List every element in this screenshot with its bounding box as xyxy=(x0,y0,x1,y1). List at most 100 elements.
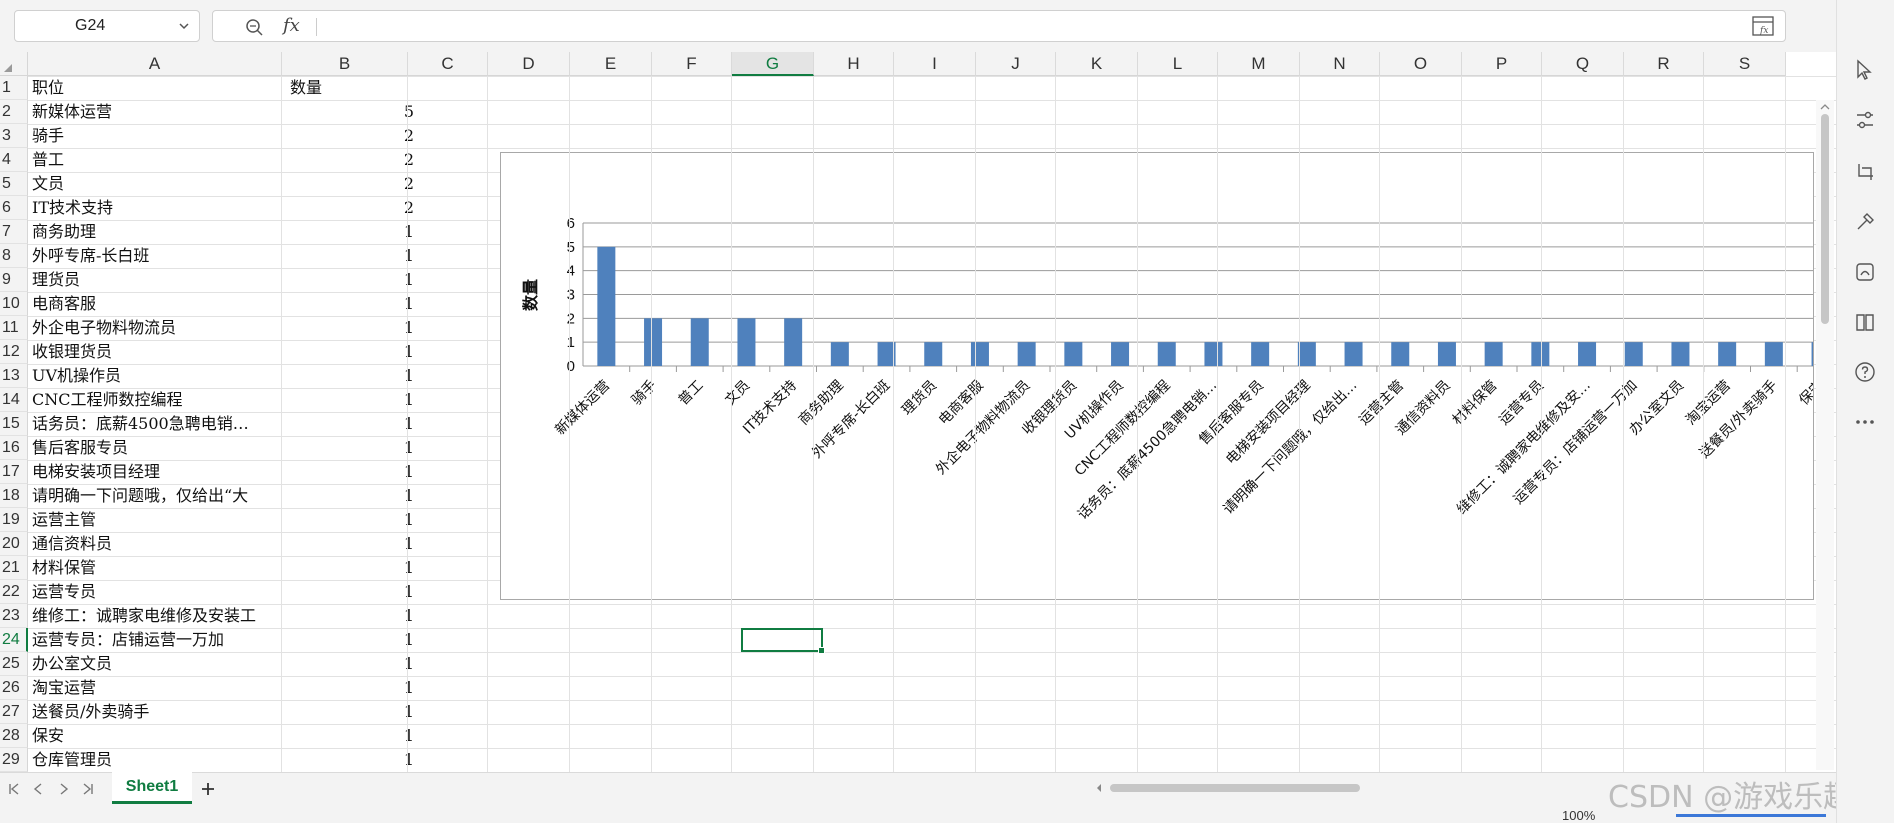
row-header-13[interactable]: 13 xyxy=(0,364,28,388)
column-header-D[interactable]: D xyxy=(488,52,570,76)
cursor-icon[interactable] xyxy=(1853,58,1877,82)
cell-A6[interactable]: IT技术支持 xyxy=(32,196,284,220)
row-header-19[interactable]: 19 xyxy=(0,508,28,532)
row-header-11[interactable]: 11 xyxy=(0,316,28,340)
cell-A19[interactable]: 运营主管 xyxy=(32,508,284,532)
row-header-3[interactable]: 3 xyxy=(0,124,28,148)
add-sheet-icon[interactable] xyxy=(198,779,218,799)
cell-A21[interactable]: 材料保管 xyxy=(32,556,284,580)
column-header-J[interactable]: J xyxy=(976,52,1056,76)
column-header-A[interactable]: A xyxy=(28,52,282,76)
row-header-22[interactable]: 22 xyxy=(0,580,28,604)
column-header-Q[interactable]: Q xyxy=(1542,52,1624,76)
cell-B14[interactable]: 1 xyxy=(288,388,414,412)
cell-B23[interactable]: 1 xyxy=(288,604,414,628)
zoom-level[interactable]: 100% xyxy=(1562,808,1595,823)
formula-input[interactable]: fx fx xyxy=(212,10,1786,42)
row-header-20[interactable]: 20 xyxy=(0,532,28,556)
cell-B1[interactable]: 数量 xyxy=(288,76,416,100)
row-header-27[interactable]: 27 xyxy=(0,700,28,724)
tools-icon[interactable] xyxy=(1853,210,1877,234)
cell-A20[interactable]: 通信资料员 xyxy=(32,532,284,556)
cell-A18[interactable]: 请明确一下问题哦，仅给出“大 xyxy=(32,484,284,508)
cell-A14[interactable]: CNC工程师数控编程 xyxy=(32,388,284,412)
column-header-R[interactable]: R xyxy=(1624,52,1704,76)
row-header-10[interactable]: 10 xyxy=(0,292,28,316)
column-header-K[interactable]: K xyxy=(1056,52,1138,76)
cell-A22[interactable]: 运营专员 xyxy=(32,580,284,604)
column-header-N[interactable]: N xyxy=(1300,52,1380,76)
cell-B6[interactable]: 2 xyxy=(288,196,414,220)
row-header-17[interactable]: 17 xyxy=(0,460,28,484)
column-header-S[interactable]: S xyxy=(1704,52,1786,76)
cell-A1[interactable]: 职位 xyxy=(32,76,284,100)
row-header-4[interactable]: 4 xyxy=(0,148,28,172)
cell-A10[interactable]: 电商客服 xyxy=(32,292,284,316)
first-sheet-icon[interactable] xyxy=(6,781,22,797)
column-header-H[interactable]: H xyxy=(814,52,894,76)
cell-A28[interactable]: 保安 xyxy=(32,724,284,748)
cell-B18[interactable]: 1 xyxy=(288,484,414,508)
next-sheet-icon[interactable] xyxy=(56,781,72,797)
cell-B4[interactable]: 2 xyxy=(288,148,414,172)
row-header-1[interactable]: 1 xyxy=(0,76,28,100)
cell-A13[interactable]: UV机操作员 xyxy=(32,364,284,388)
column-header-L[interactable]: L xyxy=(1138,52,1218,76)
cell-B8[interactable]: 1 xyxy=(288,244,414,268)
sheet-grid[interactable]: ABCDEFGHIJKLMNOPQRS 1 2 3 4 5 6 7 8 9 10 11 12 13 14 1… xyxy=(0,52,1836,772)
row-header-8[interactable]: 8 xyxy=(0,244,28,268)
select-all-corner[interactable] xyxy=(0,52,28,76)
cell-A5[interactable]: 文员 xyxy=(32,172,284,196)
column-header-M[interactable]: M xyxy=(1218,52,1300,76)
column-header-B[interactable]: B xyxy=(282,52,408,76)
cell-A17[interactable]: 电梯安装项目经理 xyxy=(32,460,284,484)
column-header-G[interactable]: G xyxy=(732,52,814,76)
zoom-icon[interactable] xyxy=(243,16,265,38)
cell-B12[interactable]: 1 xyxy=(288,340,414,364)
row-header-26[interactable]: 26 xyxy=(0,676,28,700)
chevron-down-icon[interactable] xyxy=(177,19,191,33)
cell-B25[interactable]: 1 xyxy=(288,652,414,676)
cell-B27[interactable]: 1 xyxy=(288,700,414,724)
cell-B19[interactable]: 1 xyxy=(288,508,414,532)
row-header-7[interactable]: 7 xyxy=(0,220,28,244)
column-header-F[interactable]: F xyxy=(652,52,732,76)
cell-B17[interactable]: 1 xyxy=(288,460,414,484)
cell-B24[interactable]: 1 xyxy=(288,628,414,652)
vertical-scroll-thumb[interactable] xyxy=(1821,114,1829,324)
last-sheet-icon[interactable] xyxy=(80,781,96,797)
style-icon[interactable] xyxy=(1853,260,1877,284)
cell-B16[interactable]: 1 xyxy=(288,436,414,460)
column-header-P[interactable]: P xyxy=(1462,52,1542,76)
cell-A4[interactable]: 普工 xyxy=(32,148,284,172)
cell-B7[interactable]: 1 xyxy=(288,220,414,244)
cell-B10[interactable]: 1 xyxy=(288,292,414,316)
horizontal-scrollbar[interactable] xyxy=(1097,781,1520,795)
cell-A29[interactable]: 仓库管理员 xyxy=(32,748,284,772)
cell-A2[interactable]: 新媒体运营 xyxy=(32,100,284,124)
row-header-25[interactable]: 25 xyxy=(0,652,28,676)
cell-B26[interactable]: 1 xyxy=(288,676,414,700)
cell-A23[interactable]: 维修工：诚聘家电维修及安装工 xyxy=(32,604,284,628)
vertical-scrollbar[interactable] xyxy=(1816,100,1834,770)
row-header-24[interactable]: 24 xyxy=(0,628,28,652)
cell-B3[interactable]: 2 xyxy=(288,124,414,148)
tab-sheet1[interactable]: Sheet1 xyxy=(112,772,192,804)
row-header-5[interactable]: 5 xyxy=(0,172,28,196)
cell-A3[interactable]: 骑手 xyxy=(32,124,284,148)
row-header-12[interactable]: 12 xyxy=(0,340,28,364)
row-header-29[interactable]: 29 xyxy=(0,748,28,772)
cell-A24[interactable]: 运营专员：店铺运营一万加 xyxy=(32,628,284,652)
cell-B15[interactable]: 1 xyxy=(288,412,414,436)
more-icon[interactable] xyxy=(1853,410,1877,434)
cell-A9[interactable]: 理货员 xyxy=(32,268,284,292)
cell-B5[interactable]: 2 xyxy=(288,172,414,196)
row-header-28[interactable]: 28 xyxy=(0,724,28,748)
scroll-up-icon[interactable] xyxy=(1820,102,1830,112)
sliders-icon[interactable] xyxy=(1853,108,1877,132)
row-header-21[interactable]: 21 xyxy=(0,556,28,580)
row-header-15[interactable]: 15 xyxy=(0,412,28,436)
column-header-C[interactable]: C xyxy=(408,52,488,76)
cell-A8[interactable]: 外呼专席-长白班 xyxy=(32,244,284,268)
cell-A11[interactable]: 外企电子物料物流员 xyxy=(32,316,284,340)
